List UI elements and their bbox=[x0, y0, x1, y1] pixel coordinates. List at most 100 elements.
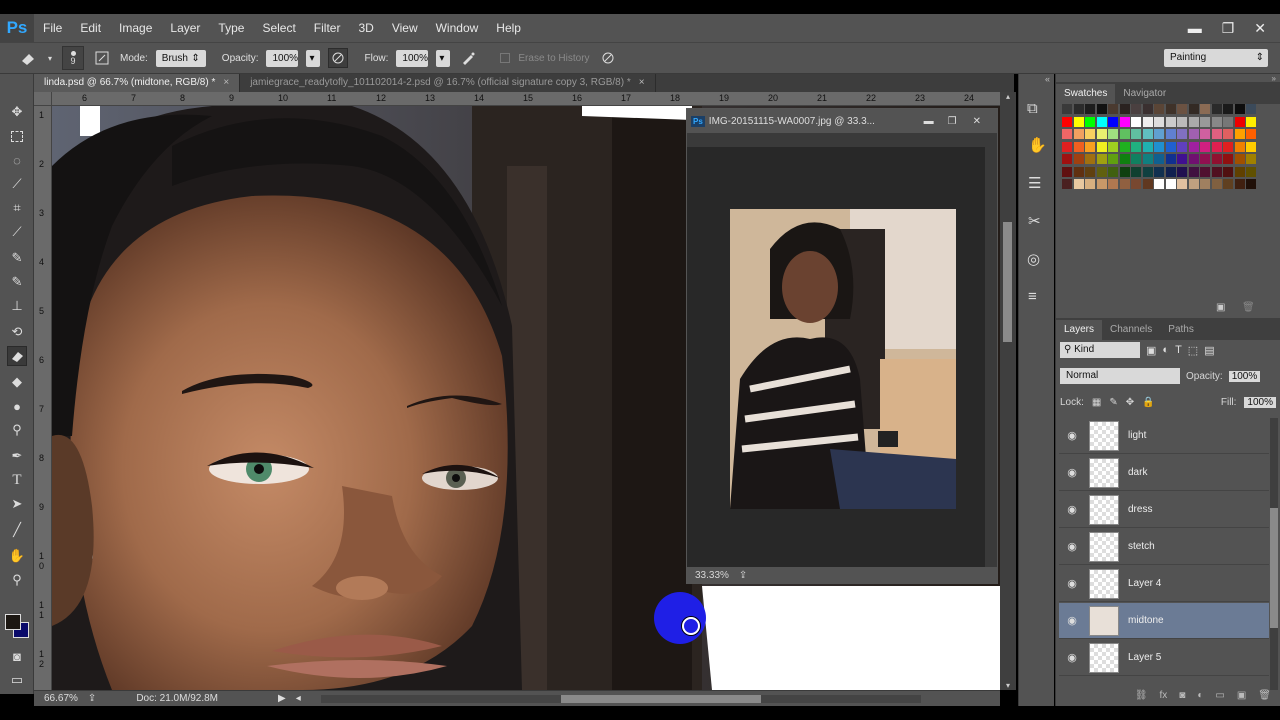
pressure-opacity-icon[interactable] bbox=[328, 48, 349, 68]
color-swatch[interactable] bbox=[1085, 104, 1095, 114]
menu-filter[interactable]: Filter bbox=[305, 21, 350, 35]
eye-icon[interactable]: ◉ bbox=[1059, 540, 1085, 553]
color-swatch[interactable] bbox=[1131, 179, 1141, 189]
panel-collapse-icon[interactable]: » bbox=[1056, 74, 1280, 83]
color-swatch[interactable] bbox=[1108, 179, 1118, 189]
color-swatch[interactable] bbox=[1188, 129, 1199, 139]
color-swatch[interactable] bbox=[1108, 129, 1118, 139]
filter-smart-object-icon[interactable]: ▤ bbox=[1204, 344, 1214, 357]
eyedropper-tool-icon[interactable]: ⟋ bbox=[7, 222, 27, 242]
brush-panel-icon[interactable]: ☰ bbox=[1028, 174, 1041, 192]
brush-presets-icon[interactable]: ✋ bbox=[1028, 136, 1047, 154]
airbrush-icon[interactable] bbox=[458, 48, 478, 68]
color-swatch[interactable] bbox=[1142, 116, 1153, 127]
color-swatch[interactable] bbox=[1085, 129, 1095, 139]
color-swatch[interactable] bbox=[1223, 166, 1233, 177]
eye-icon[interactable]: ◉ bbox=[1059, 614, 1085, 627]
filter-type-icon[interactable]: T bbox=[1175, 344, 1182, 356]
tool-presets-icon[interactable]: ✂ bbox=[1028, 212, 1041, 230]
color-swatch[interactable] bbox=[1154, 179, 1164, 189]
pen-tool-icon[interactable]: ✒ bbox=[7, 446, 27, 466]
add-mask-icon[interactable]: ◙ bbox=[1179, 690, 1185, 706]
color-swatch[interactable] bbox=[1096, 166, 1107, 177]
color-swatch[interactable] bbox=[1062, 141, 1072, 152]
color-swatch[interactable] bbox=[1085, 166, 1095, 177]
color-swatch[interactable] bbox=[1188, 179, 1199, 189]
image-document-window[interactable]: Ps IMG-20151115-WA0007.jpg @ 33.3... ▬ ❐… bbox=[686, 108, 998, 584]
doc-vscroll[interactable] bbox=[985, 133, 997, 571]
close-icon[interactable]: × bbox=[223, 77, 229, 88]
color-swatch[interactable] bbox=[1142, 179, 1153, 189]
new-layer-icon[interactable]: ▣ bbox=[1237, 690, 1246, 706]
color-swatch[interactable] bbox=[1073, 116, 1084, 127]
quick-select-tool-icon[interactable]: ⟋ bbox=[7, 174, 27, 194]
scroll-thumb[interactable] bbox=[1270, 508, 1278, 628]
dodge-tool-icon[interactable]: ⚲ bbox=[7, 420, 27, 440]
share-icon[interactable]: ⇪ bbox=[88, 693, 96, 704]
color-swatch[interactable] bbox=[1073, 104, 1084, 114]
status-arrow-icon[interactable]: ▶ bbox=[278, 693, 286, 704]
color-swatch[interactable] bbox=[1200, 166, 1210, 177]
color-swatch[interactable] bbox=[1246, 179, 1256, 189]
color-swatch[interactable] bbox=[1200, 141, 1210, 152]
filter-adjustment-icon[interactable]: ◐ bbox=[1162, 344, 1169, 356]
brush-tool-icon[interactable]: ✎ bbox=[7, 272, 27, 292]
menu-window[interactable]: Window bbox=[427, 21, 488, 35]
filter-pixel-icon[interactable]: ▣ bbox=[1146, 344, 1156, 357]
color-swatch[interactable] bbox=[1200, 179, 1210, 189]
lock-position-icon[interactable]: ✥ bbox=[1126, 397, 1134, 408]
color-swatch[interactable] bbox=[1062, 179, 1072, 189]
minimize-icon[interactable]: ▬ bbox=[924, 116, 934, 127]
color-swatch[interactable] bbox=[1211, 154, 1222, 164]
menu-layer[interactable]: Layer bbox=[161, 21, 209, 35]
color-swatch[interactable] bbox=[1085, 179, 1095, 189]
color-swatch[interactable] bbox=[1188, 141, 1199, 152]
menu-3d[interactable]: 3D bbox=[349, 21, 382, 35]
color-swatch[interactable] bbox=[1223, 179, 1233, 189]
restore-button[interactable]: ❐ bbox=[1222, 20, 1235, 37]
filter-shape-icon[interactable]: ⬚ bbox=[1188, 344, 1198, 357]
history-panel-icon[interactable]: ⧉ bbox=[1027, 100, 1038, 117]
scroll-left-icon[interactable]: ◂ bbox=[296, 693, 301, 704]
layer-row[interactable]: ◉ Layer 4 bbox=[1059, 566, 1269, 602]
color-swatch[interactable] bbox=[1062, 166, 1072, 177]
color-swatch[interactable] bbox=[1119, 116, 1130, 127]
menu-edit[interactable]: Edit bbox=[71, 21, 110, 35]
color-swatch[interactable] bbox=[1234, 141, 1245, 152]
screen-mode-icon[interactable]: ▭ bbox=[7, 670, 27, 690]
shape-tool-icon[interactable]: ╱ bbox=[7, 520, 27, 540]
menu-image[interactable]: Image bbox=[110, 21, 161, 35]
color-swatch[interactable] bbox=[1165, 154, 1176, 164]
delete-layer-icon[interactable]: 🗑 bbox=[1258, 690, 1271, 706]
minimize-button[interactable]: ▬ bbox=[1188, 20, 1202, 36]
chevron-down-icon[interactable]: ▾ bbox=[46, 48, 54, 68]
color-swatch[interactable] bbox=[1177, 116, 1187, 127]
color-swatch[interactable] bbox=[1073, 154, 1084, 164]
color-swatch[interactable] bbox=[1073, 129, 1084, 139]
paint-bucket-tool-icon[interactable]: ◆ bbox=[7, 372, 27, 392]
color-swatch[interactable] bbox=[1223, 104, 1233, 114]
color-swatch[interactable] bbox=[1246, 104, 1256, 114]
color-swatch[interactable] bbox=[1211, 104, 1222, 114]
color-swatch[interactable] bbox=[1096, 141, 1107, 152]
lock-all-icon[interactable]: 🔒 bbox=[1142, 397, 1154, 408]
color-swatch[interactable] bbox=[1108, 166, 1118, 177]
maximize-icon[interactable]: ❐ bbox=[948, 116, 957, 127]
eye-icon[interactable]: ◉ bbox=[1059, 466, 1085, 479]
menu-view[interactable]: View bbox=[383, 21, 427, 35]
eye-icon[interactable]: ◉ bbox=[1059, 577, 1085, 590]
vertical-scrollbar[interactable]: ▴ ▾ bbox=[1000, 92, 1016, 690]
layer-row-selected[interactable]: ◉ midtone bbox=[1059, 603, 1269, 639]
color-swatch[interactable] bbox=[1062, 129, 1072, 139]
color-swatch[interactable] bbox=[1234, 179, 1245, 189]
color-swatch[interactable] bbox=[1062, 116, 1072, 127]
brush-panel-toggle-icon[interactable] bbox=[92, 48, 112, 68]
menu-file[interactable]: File bbox=[34, 21, 71, 35]
layers-scrollbar[interactable] bbox=[1270, 418, 1278, 690]
scroll-thumb[interactable] bbox=[560, 694, 761, 703]
color-swatch[interactable] bbox=[1142, 154, 1153, 164]
color-swatch[interactable] bbox=[1096, 104, 1107, 114]
marquee-tool-icon[interactable] bbox=[7, 126, 27, 146]
color-swatch[interactable] bbox=[1188, 116, 1199, 127]
dock-collapse-icon[interactable]: « bbox=[1019, 74, 1054, 84]
